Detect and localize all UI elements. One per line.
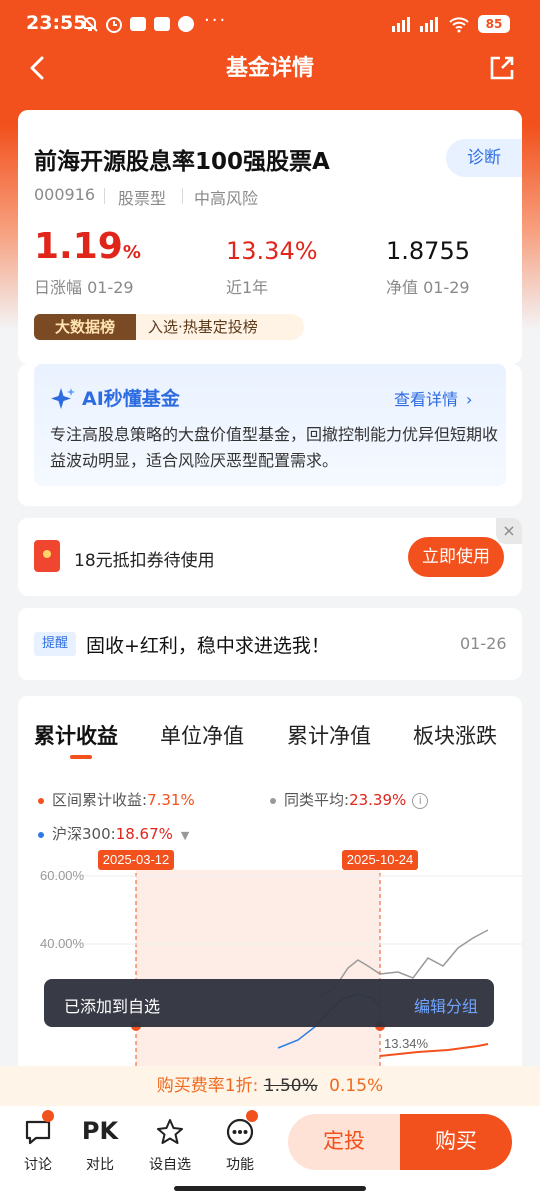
signal-icon bbox=[392, 17, 410, 32]
info-icon[interactable]: i bbox=[412, 792, 429, 809]
legend-fund: 区间累计收益:7.31% bbox=[38, 789, 195, 810]
daily-change-label: 日涨幅 01-29 bbox=[34, 278, 134, 297]
fund-risk: 中高风险 bbox=[194, 189, 259, 208]
fund-type: 股票型 bbox=[118, 189, 167, 208]
reminder-tag: 提醒 bbox=[34, 632, 76, 656]
share-icon[interactable] bbox=[488, 54, 516, 82]
mute-bell-icon bbox=[82, 16, 98, 32]
legend-index[interactable]: 沪深300:18.67% ▼ bbox=[38, 823, 189, 844]
compare-label[interactable]: 对比 bbox=[70, 1154, 130, 1174]
tab-unit-nav[interactable]: 单位净值 bbox=[160, 720, 244, 750]
status-time: 23:55 bbox=[26, 12, 87, 34]
use-coupon-button[interactable]: 立即使用 bbox=[408, 537, 504, 577]
signal-2-icon bbox=[420, 17, 438, 32]
fund-name: 前海开源股息率100强股票A bbox=[34, 149, 330, 175]
coupon-text: 18元抵扣券待使用 bbox=[74, 551, 215, 571]
legend-peer: 同类平均:23.39% i bbox=[270, 789, 429, 810]
ai-view-details-link[interactable]: 查看详情 › bbox=[394, 386, 472, 410]
big-data-rank-badge[interactable]: 大数据榜 bbox=[34, 314, 136, 340]
app58-notification-icon bbox=[154, 17, 170, 31]
add-watchlist-label[interactable]: 设自选 bbox=[140, 1154, 200, 1174]
comment-icon[interactable] bbox=[24, 1118, 52, 1146]
close-icon[interactable]: × bbox=[496, 518, 522, 544]
ai-description: 专注高股息策略的大盘价值型基金，回撤控制能力优异但短期收益波动明显，适合风险厌恶… bbox=[50, 425, 499, 470]
divider bbox=[182, 188, 183, 204]
legend-index-value: 18.67% bbox=[115, 825, 173, 843]
functions-label[interactable]: 功能 bbox=[210, 1154, 270, 1174]
notification-dot bbox=[246, 1110, 258, 1122]
tab-cumulative-nav[interactable]: 累计净值 bbox=[287, 720, 371, 750]
y-tick-label: 40.00% bbox=[40, 936, 85, 951]
ai-link-label: 查看详情 bbox=[394, 390, 459, 409]
fee-new: 0.15% bbox=[329, 1076, 384, 1096]
daily-change-unit: % bbox=[122, 242, 141, 263]
dropdown-caret-icon: ▼ bbox=[180, 829, 190, 842]
page-title: 基金详情 bbox=[225, 56, 314, 81]
more-functions-icon[interactable] bbox=[226, 1118, 254, 1146]
legend-fund-dot bbox=[38, 797, 44, 804]
selected-range-shade bbox=[136, 870, 380, 1066]
tab-cumulative-return[interactable]: 累计收益 bbox=[34, 720, 118, 750]
edit-group-link[interactable]: 编辑分组 bbox=[414, 993, 478, 1017]
chevron-right-icon: › bbox=[466, 390, 473, 409]
legend-peer-label: 同类平均: bbox=[284, 791, 350, 809]
buy-button[interactable]: 购买 bbox=[400, 1114, 512, 1170]
fund-code: 000916 bbox=[34, 185, 96, 204]
discuss-label[interactable]: 讨论 bbox=[8, 1154, 68, 1174]
toast-message: 已添加到自选 bbox=[64, 997, 161, 1016]
app-notification-icon bbox=[130, 17, 146, 31]
auto-invest-button[interactable]: 定投 bbox=[288, 1114, 400, 1170]
legend-index-label: 沪深300: bbox=[52, 825, 116, 843]
tab-sector-change[interactable]: 板块涨跌 bbox=[413, 720, 497, 750]
battery-indicator: 85 bbox=[478, 15, 510, 33]
reminder-text: 固收+红利，稳中求进选我！ bbox=[86, 635, 330, 657]
legend-fund-label: 区间累计收益: bbox=[52, 791, 148, 809]
star-add-icon[interactable] bbox=[155, 1117, 185, 1147]
one-year-label: 近1年 bbox=[226, 278, 269, 297]
reminder-date: 01-26 bbox=[460, 634, 507, 653]
home-indicator bbox=[174, 1186, 366, 1191]
app-green-icon bbox=[178, 16, 194, 32]
nav-value: 1.8755 bbox=[386, 237, 470, 265]
range-start-date: 2025-03-12 bbox=[103, 852, 170, 867]
end-value-label: 13.34% bbox=[384, 1036, 429, 1051]
one-year-return: 13.34% bbox=[226, 237, 318, 265]
more-notifications-icon: ··· bbox=[204, 10, 228, 31]
diagnose-button[interactable]: 诊断 bbox=[446, 139, 522, 177]
red-packet-icon bbox=[34, 540, 60, 572]
hot-fund-rank-badge[interactable]: 入选·热基定投榜 bbox=[136, 314, 304, 340]
fee-bar: 购买费率1折: 1.50% 0.15% bbox=[0, 1066, 540, 1106]
chart-plot-area: 2025-03-12 2025-10-24 60.00% 40.00% 13.3… bbox=[40, 850, 522, 1066]
ai-title: AI秒懂基金 bbox=[82, 388, 180, 410]
status-bar: 23:55 ··· 85 bbox=[0, 0, 540, 48]
alarm-icon bbox=[106, 17, 122, 33]
nav-label: 净值 01-29 bbox=[386, 278, 470, 297]
pk-icon[interactable]: PK bbox=[70, 1117, 130, 1145]
wifi-icon bbox=[449, 17, 469, 33]
fee-old: 1.50% bbox=[263, 1076, 318, 1096]
y-tick-label: 60.00% bbox=[40, 868, 85, 883]
legend-peer-value: 23.39% bbox=[349, 791, 407, 809]
daily-change-number: 1.19 bbox=[34, 226, 123, 267]
legend-index-dot bbox=[38, 831, 44, 838]
daily-change-value: 1.19% bbox=[34, 226, 141, 267]
notification-dot bbox=[42, 1110, 54, 1122]
legend-peer-dot bbox=[270, 797, 276, 804]
active-tab-indicator bbox=[70, 755, 92, 759]
sparkle-icon bbox=[51, 388, 75, 409]
range-end-date: 2025-10-24 bbox=[347, 852, 414, 867]
legend-fund-value: 7.31% bbox=[147, 791, 195, 809]
fee-prefix: 购买费率1折: bbox=[156, 1076, 259, 1096]
divider bbox=[104, 188, 105, 204]
